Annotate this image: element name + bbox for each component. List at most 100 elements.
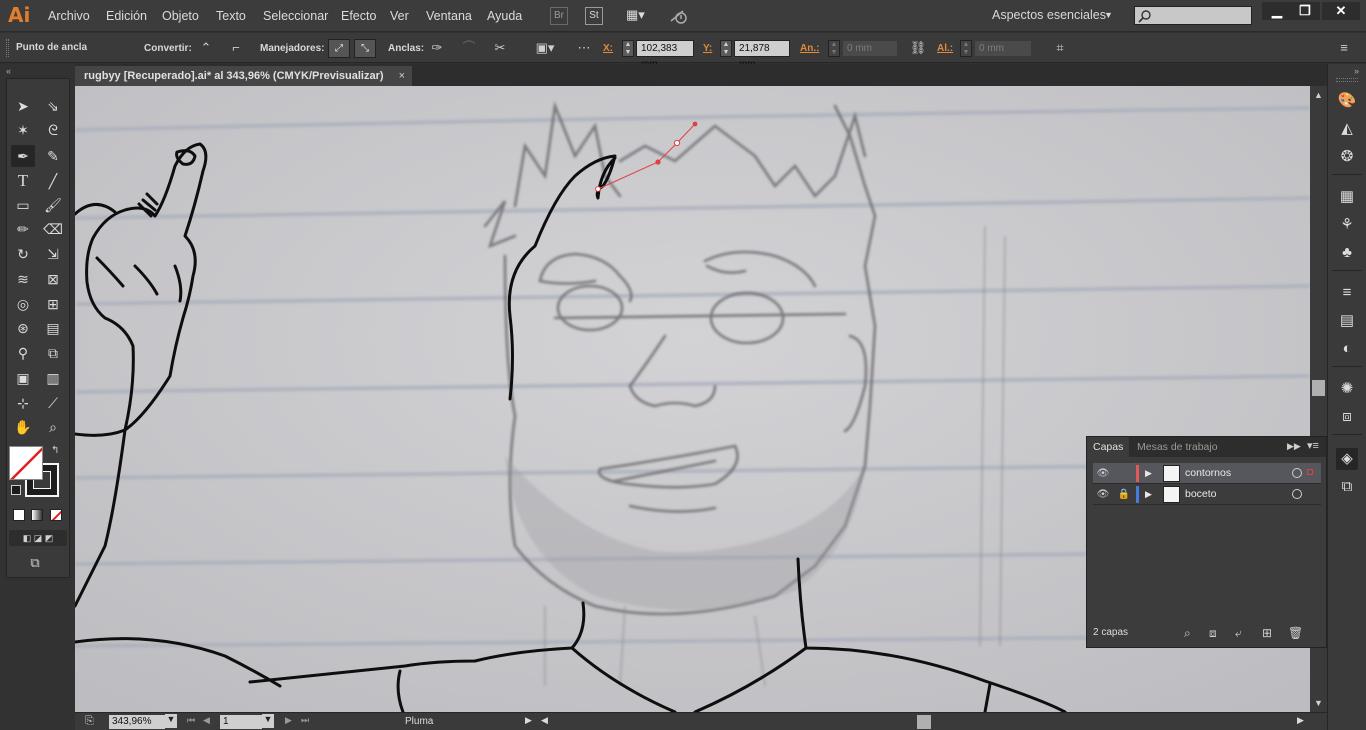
zoom-field[interactable]: 343,96% <box>109 715 165 729</box>
x-field[interactable]: 102,383 mm <box>636 40 694 70</box>
panel-menu-icon[interactable]: ≡ <box>1334 40 1354 57</box>
menu-ayuda[interactable]: Ayuda <box>487 9 522 23</box>
close-document-icon[interactable]: × <box>399 66 405 86</box>
color-mode-icon[interactable] <box>13 509 25 521</box>
stock-button[interactable]: St <box>585 7 603 25</box>
menu-seleccionar[interactable]: Seleccionar <box>263 9 328 23</box>
width-tool-icon[interactable]: ≋ <box>11 268 35 290</box>
lasso-tool-icon[interactable]: ᘓ <box>41 119 65 141</box>
column-graph-tool-icon[interactable]: ▥ <box>41 367 65 389</box>
artboard-dropdown-icon[interactable]: ▼ <box>262 714 274 728</box>
last-artboard-icon[interactable]: ⏭ <box>301 715 309 726</box>
arrange-documents-icon[interactable]: ▦▾ <box>626 7 654 25</box>
transform-icon[interactable]: ⌗ <box>1050 40 1070 57</box>
shaper-tool-icon[interactable]: ✏ <box>11 218 35 240</box>
transparency-icon[interactable]: ◐ <box>1336 338 1358 360</box>
swatches-icon[interactable]: ▦ <box>1336 186 1358 208</box>
workspace-switcher[interactable]: Aspectos esenciales <box>992 8 1106 22</box>
color-guide-icon[interactable]: ◭ <box>1336 118 1358 140</box>
minimize-button[interactable]: ▁ <box>1262 2 1292 20</box>
connect-anchors-icon[interactable]: ⌒ <box>459 40 479 57</box>
mesh-tool-icon[interactable]: ⊛ <box>11 317 35 339</box>
chevron-down-icon[interactable]: ▼ <box>1104 10 1113 20</box>
fill-swatch[interactable] <box>9 446 43 480</box>
reference-point-icon[interactable]: ⋯ <box>572 40 596 57</box>
layer-selected-indicator[interactable] <box>1307 469 1313 475</box>
magic-wand-tool-icon[interactable]: ✶ <box>11 119 35 141</box>
collapse-panel-icon[interactable]: ▶▶ <box>1287 441 1301 452</box>
remove-anchor-icon[interactable]: ✑ <box>427 40 447 57</box>
layer-target-icon[interactable] <box>1292 468 1302 478</box>
selection-tool-icon[interactable]: ➤ <box>11 95 35 117</box>
zoom-tool-icon[interactable]: ⌕ <box>41 416 65 438</box>
zoom-dropdown-icon[interactable]: ▼ <box>165 714 177 728</box>
delete-layer-icon[interactable]: 🗑 <box>1288 626 1303 640</box>
prev-artboard-icon[interactable]: ◀ <box>203 715 210 726</box>
horizontal-scroll-thumb[interactable] <box>917 715 931 729</box>
x-stepper[interactable]: ▲ ▼ <box>622 40 634 57</box>
menu-ventana[interactable]: Ventana <box>426 9 472 23</box>
isolate-icon[interactable]: ▣▾ <box>530 40 560 57</box>
symbols-icon[interactable]: ♣ <box>1336 242 1358 264</box>
help-search-input[interactable] <box>1134 6 1252 25</box>
convert-to-smooth-icon[interactable]: ⌐ <box>226 40 246 57</box>
next-artboard-icon[interactable]: ▶ <box>285 715 292 726</box>
graphic-styles-icon[interactable]: ⧈ <box>1336 406 1358 428</box>
width-field[interactable]: 0 mm <box>842 40 898 57</box>
y-field[interactable]: 21,878 mm <box>734 40 790 70</box>
scroll-down-icon[interactable]: ▼ <box>1314 698 1323 708</box>
vertical-scroll-thumb[interactable] <box>1312 380 1325 396</box>
link-proportions-icon[interactable]: ⛓ <box>908 40 928 57</box>
free-transform-tool-icon[interactable]: ⊠ <box>41 268 65 290</box>
bridge-button[interactable]: Br <box>550 7 568 25</box>
cut-path-icon[interactable]: ✂ <box>490 40 510 57</box>
menu-objeto[interactable]: Objeto <box>162 9 199 23</box>
share-icon[interactable]: ⎘ <box>85 715 94 728</box>
eyedropper-tool-icon[interactable]: ⚲ <box>11 342 35 364</box>
direct-selection-tool-icon[interactable]: ⇘ <box>41 95 65 117</box>
locate-object-icon[interactable]: ⌕ <box>1184 626 1191 641</box>
line-tool-icon[interactable]: ╱ <box>41 170 65 192</box>
scale-tool-icon[interactable]: ⇲ <box>41 243 65 265</box>
brushes-icon[interactable]: ⚘ <box>1336 214 1358 236</box>
close-window-button[interactable]: ✕ <box>1322 2 1360 20</box>
layer-row[interactable]: 👁 ▶ contornos <box>1093 463 1321 484</box>
color-panel-icon[interactable]: 🎨 <box>1336 90 1358 112</box>
height-stepper[interactable]: ▲ ▼ <box>960 40 972 57</box>
menu-ver[interactable]: Ver <box>390 9 409 23</box>
show-handles-icon[interactable]: ⤢ <box>328 39 350 58</box>
hide-handles-icon[interactable]: ⤡ <box>354 39 376 58</box>
menu-efecto[interactable]: Efecto <box>341 9 376 23</box>
menu-archivo[interactable]: Archivo <box>48 9 90 23</box>
visibility-eye-icon[interactable]: 👁 <box>1095 487 1111 502</box>
recolor-icon[interactable]: ❂ <box>1336 146 1358 168</box>
tab-capas[interactable]: Capas <box>1087 437 1130 457</box>
stroke-panel-icon[interactable]: ≡ <box>1336 282 1358 304</box>
perspective-grid-tool-icon[interactable]: ⊞ <box>41 293 65 315</box>
expand-layer-icon[interactable]: ▶ <box>1145 466 1152 481</box>
height-field[interactable]: 0 mm <box>974 40 1032 57</box>
artboards-panel-icon[interactable]: ⧉ <box>1336 476 1358 498</box>
menu-texto[interactable]: Texto <box>216 9 246 23</box>
gpu-performance-icon[interactable] <box>668 6 692 26</box>
new-layer-icon[interactable]: ⊞ <box>1262 626 1272 640</box>
eraser-tool-icon[interactable]: ⌫ <box>41 218 65 240</box>
gripper-icon[interactable] <box>6 39 9 57</box>
scroll-right-icon[interactable]: ▶ <box>1297 715 1304 726</box>
curvature-tool-icon[interactable]: ✎ <box>41 145 65 167</box>
layer-name[interactable]: boceto <box>1185 487 1217 502</box>
layer-target-icon[interactable] <box>1292 489 1302 499</box>
expand-layer-icon[interactable]: ▶ <box>1145 487 1152 502</box>
y-stepper[interactable]: ▲ ▼ <box>720 40 732 57</box>
status-menu-icon[interactable]: ▶ <box>525 715 532 726</box>
tab-mesas-de-trabajo[interactable]: Mesas de trabajo <box>1131 437 1224 457</box>
appearance-icon[interactable]: ✺ <box>1336 378 1358 400</box>
lock-icon[interactable]: 🔒 <box>1117 487 1131 502</box>
none-mode-icon[interactable] <box>50 509 62 521</box>
shape-builder-tool-icon[interactable]: ◎ <box>11 293 35 315</box>
visibility-eye-icon[interactable]: 👁 <box>1095 466 1111 481</box>
slice-tool-icon[interactable]: ⟋ <box>41 392 65 414</box>
convert-to-corner-icon[interactable]: ⌃ <box>196 40 216 57</box>
blend-tool-icon[interactable]: ⧉ <box>41 342 65 364</box>
width-stepper[interactable]: ▲ ▼ <box>828 40 840 57</box>
